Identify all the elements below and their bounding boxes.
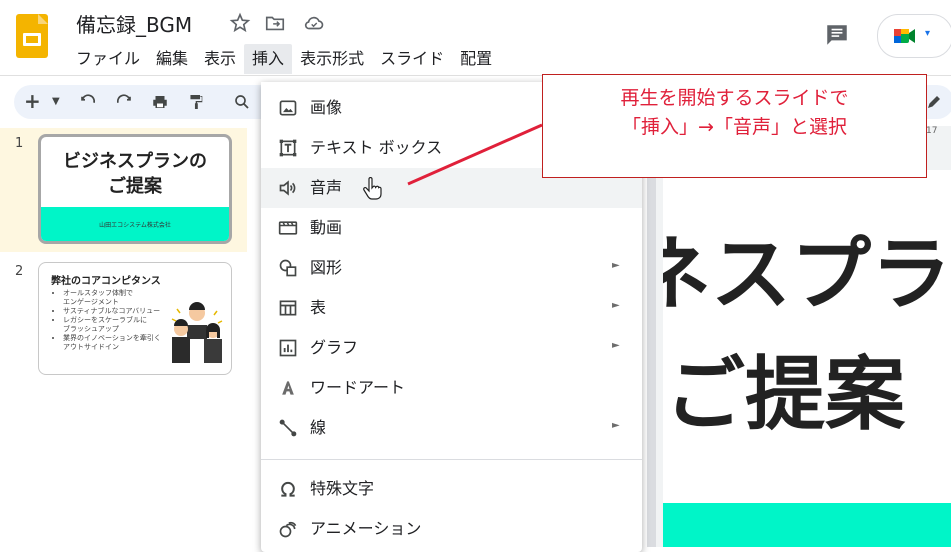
print-icon[interactable]	[150, 93, 170, 111]
move-folder-icon[interactable]	[264, 12, 286, 34]
insert-video-label: 動画	[310, 218, 343, 237]
textbox-icon	[279, 139, 297, 157]
submenu-arrow-icon: ►	[612, 300, 620, 311]
thumb1-accent-band: 山田エコシステム株式会社	[41, 207, 229, 241]
insert-chart-label: グラフ	[310, 338, 359, 357]
thumb2-bullet-cont: ブラッシュアップ	[63, 325, 119, 333]
thumb2-bullet: サスティナブルなコアバリュー	[63, 307, 161, 316]
slide-number-2: 2	[15, 264, 24, 279]
line-icon	[279, 419, 297, 437]
insert-animation-label: アニメーション	[310, 519, 422, 538]
menu-arrange[interactable]: 配置	[452, 44, 500, 74]
audio-icon	[279, 180, 296, 196]
thumb1-title-line2: ご提案	[108, 176, 162, 197]
slides-logo-icon[interactable]	[16, 14, 48, 58]
chart-icon	[279, 339, 297, 357]
thumb2-bullet: オールスタッフ体制で	[63, 289, 161, 298]
undo-icon[interactable]	[78, 93, 98, 111]
insert-special-chars-item[interactable]: 特殊文字	[261, 469, 642, 509]
insert-chart-item[interactable]: グラフ ►	[261, 328, 642, 368]
wordart-icon	[282, 381, 294, 395]
insert-special-chars-label: 特殊文字	[310, 479, 375, 498]
menu-bar: ファイル 編集 表示 挿入 表示形式 スライド 配置	[68, 44, 500, 74]
menu-edit[interactable]: 編集	[148, 44, 196, 74]
insert-line-item[interactable]: 線 ►	[261, 408, 642, 448]
thumb2-bullet: レガシーをスケーラブルに	[63, 316, 161, 325]
thumb2-heading: 弊社のコアコンピタンス	[51, 276, 161, 287]
hand-cursor-icon	[363, 177, 382, 200]
paint-format-icon[interactable]	[186, 93, 206, 111]
menu-format[interactable]: 表示形式	[292, 44, 372, 74]
insert-animation-item[interactable]: アニメーション	[261, 509, 642, 549]
insert-shapes-label: 図形	[310, 258, 343, 277]
annotation-callout: 再生を開始するスライドで 「挿入」→「音声」と選択	[542, 74, 927, 178]
insert-line-label: 線	[310, 418, 327, 437]
insert-wordart-item[interactable]: ワードアート	[261, 368, 642, 408]
meet-icon	[894, 29, 915, 43]
video-icon	[278, 221, 298, 235]
document-title[interactable]: 備忘録_BGM	[76, 9, 192, 38]
annotation-line1: 再生を開始するスライドで	[620, 87, 849, 109]
animation-icon	[279, 521, 297, 538]
menu-slide[interactable]: スライド	[372, 44, 452, 74]
slide-thumbnail-1[interactable]: ビジネスプランの ご提案 山田エコシステム株式会社	[38, 134, 232, 244]
comments-icon[interactable]	[824, 22, 850, 48]
submenu-arrow-icon: ►	[612, 340, 620, 351]
annotation-line2: 「挿入」→「音声」と選択	[622, 116, 847, 138]
insert-table-label: 表	[310, 298, 327, 317]
omega-icon	[281, 481, 295, 497]
table-icon	[279, 300, 297, 316]
insert-wordart-label: ワードアート	[310, 378, 406, 397]
thumb2-bullet-cont: エンゲージメント	[63, 298, 119, 306]
cloud-saved-icon[interactable]	[303, 12, 325, 34]
insert-image-label: 画像	[310, 98, 343, 117]
thumb2-bullet: 業界のイノベーションを牽引く	[63, 334, 161, 343]
business-people-illustration-icon	[171, 302, 223, 363]
menu-view[interactable]: 表示	[196, 44, 244, 74]
meet-button[interactable]: ▾	[877, 14, 951, 58]
submenu-arrow-icon: ►	[612, 260, 620, 271]
slide-thumbnail-2[interactable]: 弊社のコアコンピタンス オールスタッフ体制で エンゲージメント サスティナブルな…	[38, 262, 232, 375]
thumb1-footer: 山田エコシステム株式会社	[99, 222, 171, 229]
menu-separator	[261, 459, 642, 460]
thumb2-bullets: オールスタッフ体制で エンゲージメント サスティナブルなコアバリュー レガシーを…	[49, 289, 161, 352]
new-slide-icon[interactable]: +	[24, 91, 44, 111]
redo-icon[interactable]	[114, 93, 134, 111]
meet-dropdown-icon: ▾	[925, 28, 931, 39]
canvas-title-line2: ご提案	[665, 348, 905, 441]
menu-insert[interactable]: 挿入	[244, 44, 293, 74]
menu-file[interactable]: ファイル	[68, 44, 148, 74]
new-slide-dropdown-icon[interactable]: ▼	[52, 93, 72, 111]
canvas-accent-band	[663, 503, 951, 547]
slide-canvas[interactable]: ネスプラ ご提案	[663, 170, 951, 547]
insert-table-item[interactable]: 表 ►	[261, 288, 642, 328]
submenu-arrow-icon: ►	[612, 420, 620, 431]
shapes-icon	[279, 259, 297, 277]
canvas-title-line1: ネスプラ	[663, 228, 951, 321]
thumb2-bullet-cont: アウトサイドイン	[63, 343, 119, 351]
image-icon	[279, 100, 297, 116]
insert-shapes-item[interactable]: 図形 ►	[261, 248, 642, 288]
insert-video-item[interactable]: 動画	[261, 208, 642, 248]
star-icon[interactable]	[229, 12, 251, 34]
zoom-icon[interactable]	[232, 93, 252, 111]
slide-number-1: 1	[15, 136, 24, 151]
thumb1-title-line1: ビジネスプランの	[63, 151, 207, 172]
pen-icon[interactable]	[924, 93, 944, 111]
insert-audio-label: 音声	[310, 178, 343, 197]
ruler-mark: 17	[926, 126, 938, 136]
insert-textbox-label: テキスト ボックス	[310, 138, 443, 157]
